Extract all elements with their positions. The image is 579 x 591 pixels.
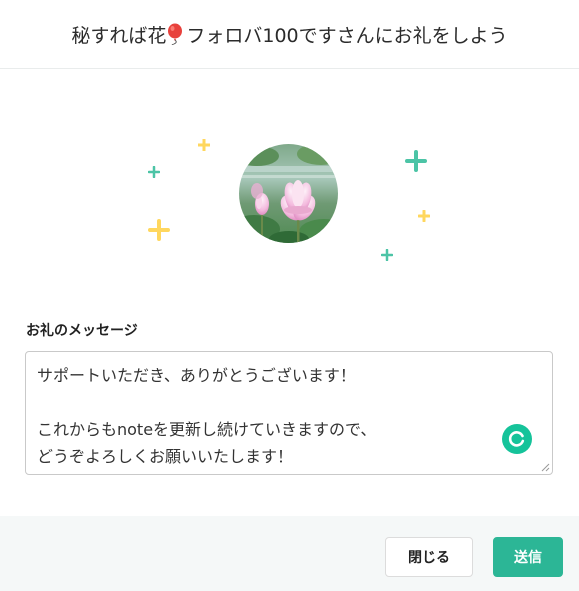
sparkle-icon	[418, 210, 430, 222]
balloon-icon	[166, 23, 186, 46]
message-text[interactable]: サポートいただき、ありがとうございます！ これからもnoteを更新し続けていきま…	[37, 362, 502, 470]
message-textarea[interactable]: サポートいただき、ありがとうございます！ これからもnoteを更新し続けていきま…	[25, 351, 553, 475]
sparkle-icon	[405, 150, 427, 172]
modal-footer: 閉じる 送信	[0, 516, 579, 591]
resize-handle-icon[interactable]	[540, 462, 550, 472]
sparkle-icon	[148, 166, 160, 178]
thanks-modal: 秘すれば花 フォロバ100ですさんにお礼をしよう お礼のメッセージ サポートいた…	[0, 0, 579, 591]
sparkle-icon	[381, 249, 393, 261]
modal-header: 秘すれば花 フォロバ100ですさんにお礼をしよう	[0, 0, 579, 69]
send-button[interactable]: 送信	[493, 537, 563, 577]
modal-title-part2: フォロバ100ですさんにお礼をしよう	[186, 24, 508, 47]
creator-avatar	[239, 144, 338, 243]
close-button[interactable]: 閉じる	[385, 537, 473, 577]
message-label: お礼のメッセージ	[26, 323, 138, 339]
modal-title-part1: 秘すれば花	[71, 24, 167, 47]
grammar-check-icon[interactable]	[502, 424, 532, 454]
sparkle-icon	[198, 139, 210, 151]
sparkle-icon	[148, 219, 170, 241]
support-illustration	[0, 69, 579, 309]
